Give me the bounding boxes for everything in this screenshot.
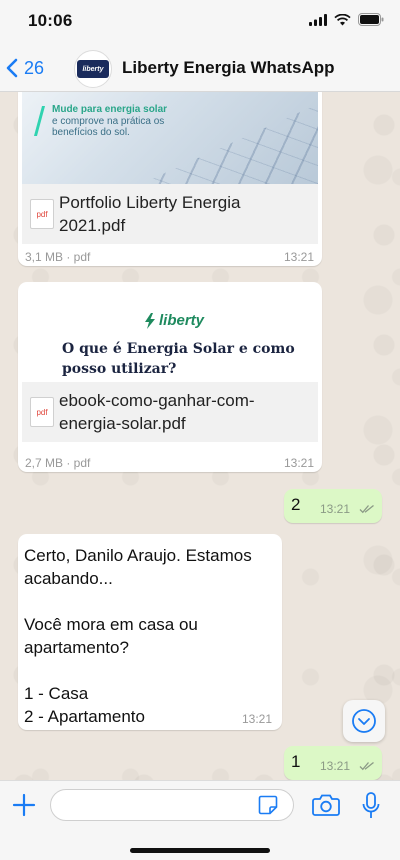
signal-icon: [309, 13, 327, 26]
banner-accent: [33, 106, 53, 136]
banner-text: benefícios do sol.: [52, 127, 130, 138]
document-preview: liberty O que é Energia Solar e como pos…: [22, 286, 318, 382]
pdf-icon: pdf: [30, 199, 54, 229]
pdf-icon: pdf: [30, 397, 54, 427]
chat-header: 26 liberty Liberty Energia WhatsApp: [0, 44, 400, 92]
incoming-message[interactable]: Certo, Danilo Araujo. Estamos acabando..…: [18, 534, 282, 730]
liberty-logo: liberty: [144, 312, 204, 329]
plus-icon[interactable]: [12, 793, 36, 817]
avatar-logo: liberty: [77, 60, 109, 78]
message-text: apartamento?: [24, 638, 129, 657]
wifi-icon: [334, 13, 351, 25]
lightning-icon: [145, 312, 155, 329]
document-name: Portfolio Liberty Energia 2021.pdf: [59, 193, 241, 235]
unread-count: 26: [24, 57, 45, 78]
home-indicator: [130, 848, 270, 853]
message-text: Certo, Danilo Araujo. Estamos: [24, 546, 252, 565]
document-message[interactable]: Mude para energia solar e comprove na pr…: [18, 92, 322, 266]
message-text: Você mora em casa ou: [24, 615, 198, 634]
message-text: 2 - Apartamento: [24, 707, 145, 726]
message-text: 2: [291, 495, 301, 514]
double-check-icon: [359, 761, 374, 771]
outgoing-message[interactable]: 2 13:21: [284, 489, 382, 523]
back-button[interactable]: 26: [6, 52, 44, 84]
logo-text: liberty: [159, 312, 205, 329]
chat-area[interactable]: Mude para energia solar e comprove na pr…: [0, 92, 400, 780]
double-check-icon: [359, 504, 374, 514]
message-text: 1: [291, 752, 301, 771]
document-message[interactable]: liberty O que é Energia Solar e como pos…: [18, 282, 322, 472]
document-preview: Mude para energia solar e comprove na pr…: [22, 92, 318, 184]
status-time: 10:06: [28, 11, 73, 30]
ebook-title: posso utilizar?: [62, 361, 177, 377]
status-icons: [309, 13, 384, 26]
chevron-left-icon: [6, 58, 18, 78]
message-time: 13:21: [241, 712, 272, 726]
document-file-row[interactable]: pdf ebook-como-ganhar-com-energia-solar.…: [22, 382, 318, 442]
banner-text: Mude para energia solar: [52, 104, 168, 115]
message-time: 13:21: [320, 502, 351, 516]
message-text: acabando...: [24, 569, 113, 588]
chat-title[interactable]: Liberty Energia WhatsApp: [122, 58, 335, 78]
avatar[interactable]: liberty: [74, 50, 112, 88]
microphone-icon[interactable]: [361, 792, 381, 820]
message-time: 13:21: [283, 250, 314, 264]
camera-icon[interactable]: [312, 793, 340, 817]
status-bar: 10:06: [0, 0, 400, 44]
message-time: 13:21: [320, 759, 351, 773]
outgoing-message[interactable]: 1 13:21: [284, 746, 382, 780]
scroll-to-bottom-button[interactable]: [343, 700, 385, 742]
banner-text: e comprove na prática os: [52, 116, 165, 127]
sticker-icon[interactable]: [258, 795, 278, 815]
document-meta: 2,7 MB · pdf: [25, 456, 91, 470]
message-text: 1 - Casa: [24, 684, 89, 703]
ebook-title: O que é Energia Solar e como: [62, 341, 295, 357]
chevron-down-icon: [352, 709, 376, 733]
battery-icon: [358, 13, 384, 26]
document-name: ebook-como-ganhar-com-energia-solar.pdf: [59, 391, 255, 433]
document-file-row[interactable]: pdf Portfolio Liberty Energia 2021.pdf: [22, 184, 318, 244]
document-meta: 3,1 MB · pdf: [25, 250, 91, 264]
message-time: 13:21: [283, 456, 314, 470]
message-input-bar: [0, 780, 400, 860]
